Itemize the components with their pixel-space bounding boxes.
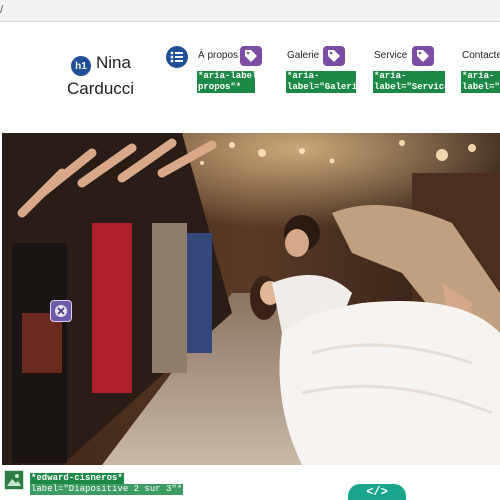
tag-icon — [240, 46, 262, 66]
nav-link-service[interactable]: Service — [374, 50, 407, 61]
code-icon[interactable]: </> — [348, 484, 406, 500]
brand-name-last[interactable]: Carducci — [67, 79, 134, 99]
carousel-close-icon[interactable] — [50, 300, 72, 322]
nav-link-galerie[interactable]: Galerie — [287, 50, 319, 61]
photo-credit-annotation: *edward-cisneros* — [30, 473, 124, 484]
url-fragment: / — [0, 4, 4, 16]
aria-label-annotation-galerie: *aria- label="Galerie"* — [286, 71, 356, 93]
aria-label-annotation-contacte: *aria- label="Co — [461, 71, 500, 93]
tag-icon — [412, 46, 434, 66]
tag-icon — [323, 46, 345, 66]
list-icon — [166, 46, 188, 68]
nav-link-a-propos[interactable]: À propos — [198, 50, 238, 61]
aria-label-annotation-a-propos: *aria-label="à propos"* — [197, 71, 255, 93]
brand-name-first[interactable]: Nina — [96, 53, 131, 73]
slide-aria-label-annotation: label="Diapositive 2 sur 3"* — [30, 484, 184, 495]
nav-link-contacte[interactable]: Contacte — [462, 50, 500, 61]
aria-label-annotation-service: *aria- label="Service"* — [373, 71, 445, 93]
carousel-slide-image[interactable] — [2, 133, 500, 465]
heading-level-badge: h1 — [71, 56, 91, 76]
image-icon — [4, 470, 24, 490]
browser-address-bar: / — [0, 0, 500, 22]
